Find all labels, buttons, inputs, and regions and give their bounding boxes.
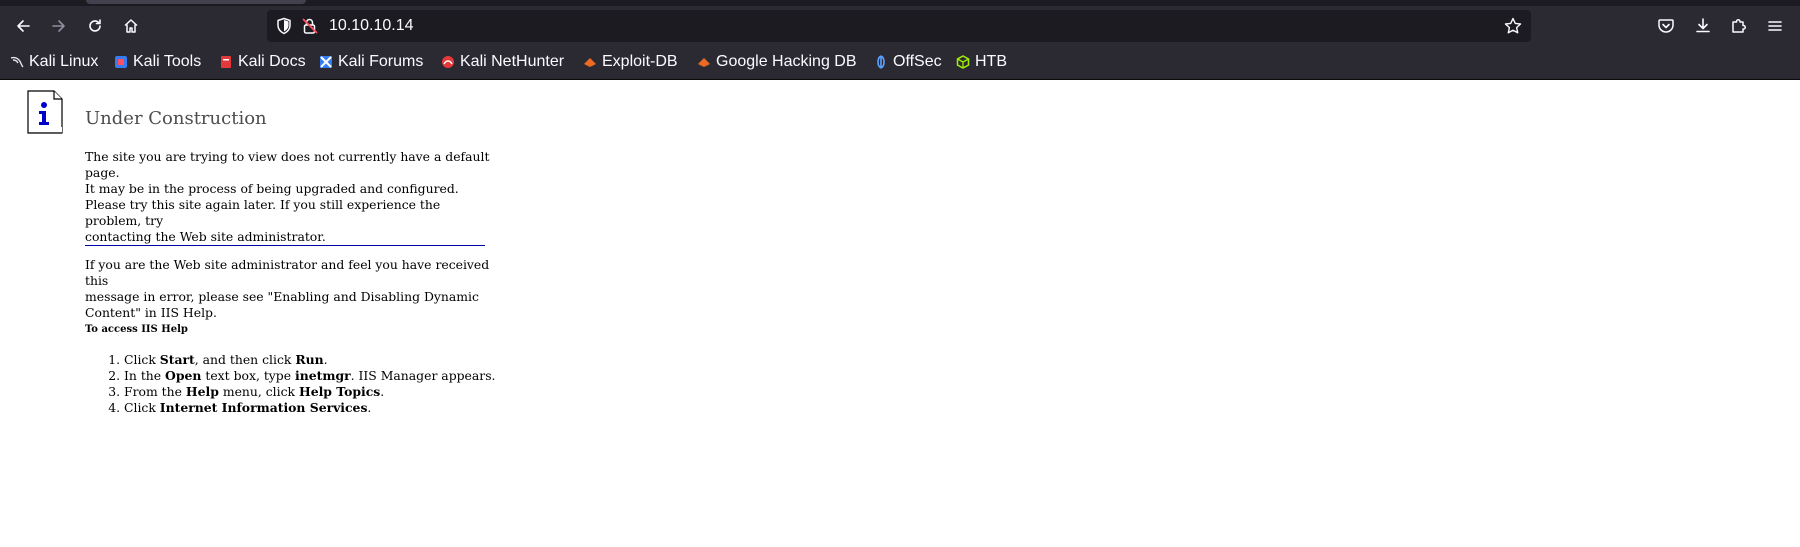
admin-paragraph: If you are the Web site administrator an… xyxy=(85,257,495,321)
bookmark-label: Exploit-DB xyxy=(602,53,678,70)
bookmark-label: OffSec xyxy=(893,53,942,70)
exploit-db-icon xyxy=(584,58,596,67)
offsec-icon xyxy=(877,55,885,69)
puzzle-icon xyxy=(1732,19,1746,33)
back-button[interactable] xyxy=(9,12,37,40)
pocket-icon xyxy=(1658,19,1674,33)
insecure-lock-icon[interactable] xyxy=(301,17,319,35)
info-icon xyxy=(27,90,63,134)
step-item: Click Internet Information Services. xyxy=(124,400,496,416)
extensions-button[interactable] xyxy=(1725,12,1753,40)
retry-line-2: contacting the Web site administrator. xyxy=(85,229,326,244)
bookmark-offsec[interactable]: OffSec xyxy=(874,52,942,72)
arrow-right-icon xyxy=(52,20,65,32)
page-content: Under Construction The site you are tryi… xyxy=(0,80,1800,547)
navigation-toolbar: 10.10.10.14 xyxy=(0,6,1800,46)
admin-line-1: If you are the Web site administrator an… xyxy=(85,257,490,288)
bookmark-google-hacking-db[interactable]: Google Hacking DB xyxy=(697,52,857,72)
kali-nethunter-icon xyxy=(442,56,454,68)
bookmark-label: Kali Forums xyxy=(338,53,424,70)
ghdb-icon xyxy=(698,58,710,67)
bookmark-kali-nethunter[interactable]: Kali NetHunter xyxy=(441,52,564,72)
url-bar[interactable]: 10.10.10.14 xyxy=(267,10,1531,42)
intro-line-2: It may be in the process of being upgrad… xyxy=(85,181,459,196)
intro-line-1: The site you are trying to view does not… xyxy=(85,149,490,180)
home-button[interactable] xyxy=(117,12,145,40)
bookmark-exploit-db[interactable]: Exploit-DB xyxy=(583,52,678,72)
bookmark-kali-linux[interactable]: Kali Linux xyxy=(10,52,98,72)
bookmark-label: Kali Tools xyxy=(133,53,202,70)
kali-docs-icon xyxy=(221,56,231,68)
pocket-button[interactable] xyxy=(1652,12,1680,40)
retry-line-1: Please try this site again later. If you… xyxy=(85,197,441,228)
bookmark-kali-tools[interactable]: Kali Tools xyxy=(114,52,201,72)
bookmark-label: Kali Linux xyxy=(29,53,99,70)
kali-dragon-icon xyxy=(10,56,24,68)
bookmark-star-icon[interactable] xyxy=(1503,16,1523,36)
section-divider xyxy=(85,245,485,246)
htb-icon xyxy=(956,55,970,69)
retry-paragraph: Please try this site again later. If you… xyxy=(85,197,495,245)
kali-tools-icon xyxy=(115,56,127,68)
downloads-button[interactable] xyxy=(1689,12,1717,40)
step-item: From the Help menu, click Help Topics. xyxy=(124,384,496,400)
home-icon xyxy=(124,19,138,33)
admin-line-2: message in error, please see "Enabling a… xyxy=(85,289,479,304)
kali-forums-icon xyxy=(320,56,332,68)
hamburger-menu-icon xyxy=(1768,21,1782,31)
forward-button[interactable] xyxy=(45,12,73,40)
step-item: Click Start, and then click Run. xyxy=(124,352,496,368)
bookmark-kali-forums[interactable]: Kali Forums xyxy=(319,52,423,72)
admin-line-3: Content" in IIS Help. xyxy=(85,305,217,320)
bookmark-label: Kali NetHunter xyxy=(460,53,565,70)
download-icon xyxy=(1696,18,1710,33)
reload-button[interactable] xyxy=(81,12,109,40)
page-title: Under Construction xyxy=(85,108,267,129)
bookmarks-toolbar: Kali Linux Kali Tools Kali Docs Kali For… xyxy=(0,46,1800,80)
help-steps-list: Click Start, and then click Run. In the … xyxy=(85,352,496,416)
bookmark-htb[interactable]: HTB xyxy=(956,52,1007,72)
bookmark-label: Google Hacking DB xyxy=(716,53,857,70)
intro-paragraph: The site you are trying to view does not… xyxy=(85,149,495,197)
arrow-left-icon xyxy=(17,20,30,32)
reload-icon xyxy=(89,19,101,32)
help-section-title: To access IIS Help xyxy=(85,324,188,335)
menu-button[interactable] xyxy=(1761,12,1789,40)
step-item: In the Open text box, type inetmgr. IIS … xyxy=(124,368,496,384)
bookmark-label: Kali Docs xyxy=(238,53,306,70)
url-text[interactable]: 10.10.10.14 xyxy=(329,16,414,36)
bookmark-kali-docs[interactable]: Kali Docs xyxy=(219,52,306,72)
shield-icon[interactable] xyxy=(275,17,293,35)
active-tab-edge[interactable] xyxy=(86,0,306,4)
bookmark-label: HTB xyxy=(975,53,1007,70)
